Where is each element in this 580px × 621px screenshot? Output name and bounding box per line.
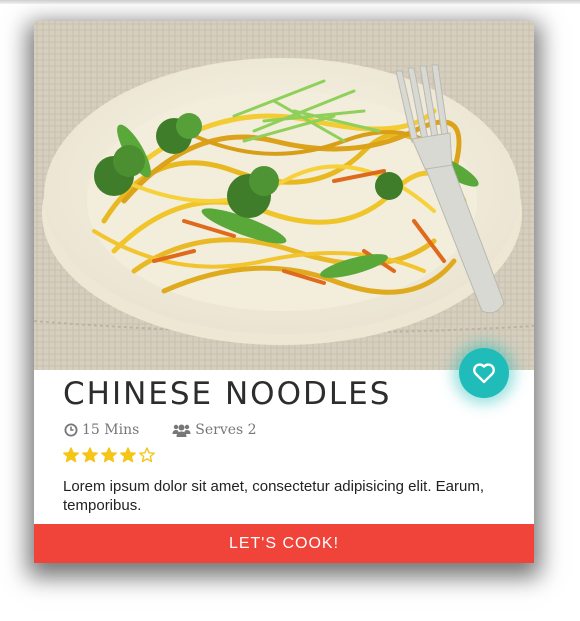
favorite-button[interactable] [459,348,509,398]
recipe-meta: 15 Mins Serves 2 [64,420,257,440]
recipe-photo [34,21,534,370]
clock-icon [64,423,78,437]
servings: Serves 2 [172,422,257,438]
lets-cook-button[interactable]: LET'S COOK! [34,524,534,563]
cook-time: 15 Mins [64,422,139,438]
users-icon [172,424,191,437]
star-filled-icon [101,447,117,463]
cook-time-label: 15 Mins [82,422,140,438]
top-edge-bar [0,0,580,4]
star-filled-icon [120,447,136,463]
recipe-description: Lorem ipsum dolor sit amet, consectetur … [63,478,485,514]
star-filled-icon [82,447,98,463]
rating-stars [63,447,155,463]
recipe-title: CHINESE NOODLES [63,376,392,412]
star-filled-icon [63,447,79,463]
servings-label: Serves 2 [195,422,257,438]
heart-icon [473,363,495,384]
recipe-card: CHINESE NOODLES 15 Mins Serves 2 Lorem i… [34,21,534,563]
star-empty-icon [139,447,155,463]
